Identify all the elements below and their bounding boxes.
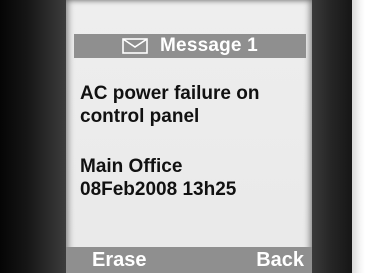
back-softkey[interactable]: Back	[256, 249, 304, 272]
message-location: Main Office	[80, 156, 183, 177]
lcd-screen: Message 1 AC power failure on control pa…	[66, 0, 312, 273]
background-edge	[352, 0, 365, 273]
message-title: Message 1	[160, 35, 258, 56]
envelope-icon	[122, 38, 148, 54]
device-display: Message 1 AC power failure on control pa…	[0, 0, 365, 273]
softkey-bar: Erase Back	[66, 247, 312, 273]
message-title-bar: Message 1	[74, 34, 306, 58]
device-bezel-left	[0, 0, 66, 273]
message-line: AC power failure on	[80, 83, 260, 104]
message-line: control panel	[80, 106, 200, 127]
message-timestamp: 08Feb2008 13h25	[80, 179, 237, 200]
erase-softkey[interactable]: Erase	[92, 249, 147, 272]
